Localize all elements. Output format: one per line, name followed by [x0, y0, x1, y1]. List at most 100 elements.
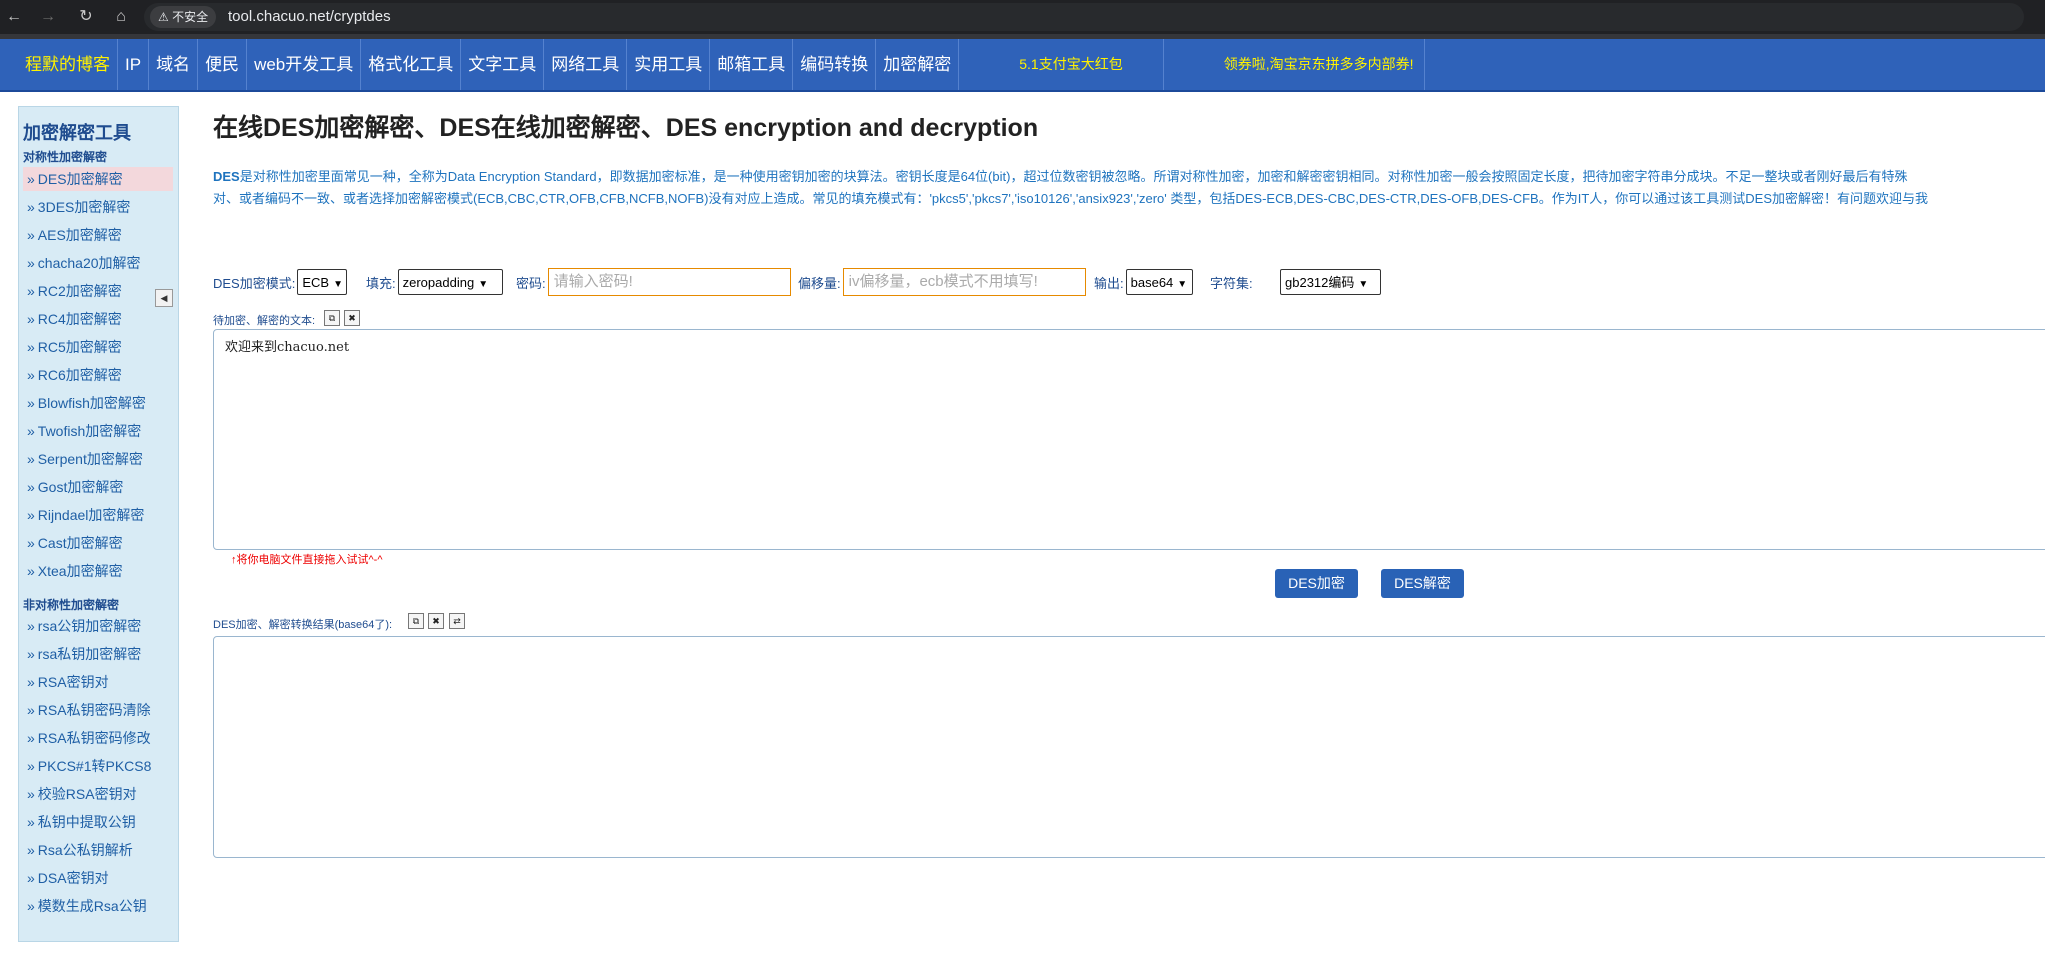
sidebar-item-label: DES加密解密 — [37, 171, 123, 187]
sidebar-item[interactable]: » Cast加密解密 — [23, 531, 173, 555]
description-keyword[interactable]: DES — [213, 169, 240, 184]
sidebar-item[interactable]: » Gost加密解密 — [23, 475, 173, 499]
security-badge[interactable]: ⚠ 不安全 — [150, 6, 217, 28]
nav-item-encoding[interactable]: 编码转换 — [793, 39, 877, 90]
result-textarea[interactable] — [213, 636, 2045, 858]
chevron-right-icon: » — [27, 479, 35, 495]
sidebar-item-label: RC5加密解密 — [37, 339, 122, 355]
promo-link-coupons[interactable]: 领券啦,淘宝京东拼多多内部券! — [1164, 39, 1425, 90]
sidebar-item-label: RC6加密解密 — [37, 367, 122, 383]
sidebar-item[interactable]: » chacha20加解密 — [23, 251, 173, 275]
sidebar-item[interactable]: » RSA密钥对 — [23, 670, 173, 694]
output-select[interactable]: base64 ▼ — [1125, 269, 1193, 295]
back-icon[interactable]: ← — [4, 7, 24, 27]
chevron-right-icon: » — [27, 507, 35, 523]
sidebar-item-label: 校验RSA密钥对 — [37, 786, 137, 802]
nav-item-mail-tools[interactable]: 邮箱工具 — [710, 39, 794, 90]
sidebar-item-label: rsa私钥加密解密 — [37, 646, 142, 662]
sidebar-item[interactable]: » Rijndael加密解密 — [23, 503, 173, 527]
nav-item-network-tools[interactable]: 网络工具 — [544, 39, 628, 90]
nav-item-web-dev[interactable]: web开发工具 — [247, 39, 362, 90]
sidebar-item[interactable]: » Rsa公私钥解析 — [23, 838, 173, 862]
chevron-right-icon: » — [27, 227, 35, 243]
mode-label: DES加密模式: — [213, 275, 296, 291]
chevron-right-icon: » — [27, 814, 35, 830]
nav-item-crypto[interactable]: 加密解密 — [876, 39, 960, 90]
sidebar-collapse-button[interactable]: ◀ — [155, 289, 173, 307]
mode-select[interactable]: ECB ▼ — [297, 269, 348, 295]
nav-item-formatter[interactable]: 格式化工具 — [361, 39, 462, 90]
output-label: 输出: — [1094, 275, 1124, 291]
sidebar-item[interactable]: » Xtea加密解密 — [23, 559, 173, 583]
clear-icon[interactable]: ✖ — [428, 613, 444, 629]
sidebar-item[interactable]: » RSA私钥密码修改 — [23, 726, 173, 750]
top-navigation: 程默的博客 IP 域名 便民 web开发工具 格式化工具 文字工具 网络工具 实… — [0, 39, 2045, 92]
sidebar: 加密解密工具 对称性加密解密 » DES加密解密» 3DES加密解密» AES加密解密… — [18, 106, 179, 942]
chevron-right-icon: » — [27, 674, 35, 690]
sidebar-item[interactable]: » RC6加密解密 — [23, 363, 173, 387]
clear-icon[interactable]: ✖ — [344, 310, 360, 326]
sidebar-item[interactable]: » 私钥中提取公钥 — [23, 810, 173, 834]
sidebar-title: 加密解密工具 — [23, 123, 131, 143]
nav-item-ip[interactable]: IP — [118, 39, 150, 90]
sidebar-item[interactable]: » DSA密钥对 — [23, 866, 173, 890]
sidebar-item[interactable]: » DES加密解密 — [23, 167, 173, 191]
sidebar-item-label: Cast加密解密 — [37, 535, 123, 551]
chevron-right-icon: » — [27, 423, 35, 439]
forward-icon[interactable]: → — [38, 7, 58, 27]
input-textarea[interactable]: 欢迎来到chacuo.net — [213, 329, 2045, 550]
key-input[interactable]: 请输入密码! — [547, 268, 791, 296]
chevron-right-icon: » — [27, 758, 35, 774]
encrypt-button[interactable]: DES加密 — [1275, 569, 1358, 598]
charset-select[interactable]: gb2312编码 ▼ — [1280, 269, 1381, 295]
sidebar-item[interactable]: » AES加密解密 — [23, 223, 173, 247]
sidebar-item-label: Gost加密解密 — [37, 479, 124, 495]
copy-icon[interactable]: ⧉ — [324, 310, 340, 326]
padding-label: 填充: — [366, 275, 396, 291]
sidebar-item[interactable]: » RSA私钥密码清除 — [23, 698, 173, 722]
sidebar-item-label: chacha20加解密 — [37, 255, 141, 271]
page-title: 在线DES加密解密、DES在线加密解密、DES encryption and d… — [213, 114, 1039, 142]
sidebar-item[interactable]: » RC4加密解密 — [23, 307, 173, 331]
chevron-right-icon: » — [27, 339, 35, 355]
chevron-right-icon: » — [27, 367, 35, 383]
input-text: 欢迎来到chacuo.net — [225, 340, 350, 355]
copy-icon[interactable]: ⧉ — [408, 613, 424, 629]
iv-input[interactable]: iv偏移量，ecb模式不用填写! — [842, 268, 1086, 296]
sidebar-section-symmetric: 对称性加密解密 — [23, 150, 108, 164]
sidebar-item[interactable]: » RC5加密解密 — [23, 335, 173, 359]
chevron-right-icon: » — [27, 395, 35, 411]
nav-item-blog[interactable]: 程默的博客 — [18, 39, 118, 90]
nav-item-domain[interactable]: 域名 — [149, 39, 199, 90]
sidebar-item[interactable]: » Twofish加密解密 — [23, 419, 173, 443]
description: DES是对称性加密里面常见一种，全称为Data Encryption Stand… — [213, 166, 2045, 210]
sidebar-item[interactable]: » PKCS#1转PKCS8 — [23, 754, 173, 778]
chevron-right-icon: » — [27, 283, 35, 299]
reload-icon[interactable]: ↻ — [76, 7, 96, 27]
chevron-right-icon: » — [27, 730, 35, 746]
promo-link-alipay[interactable]: 5.1支付宝大红包 — [959, 39, 1164, 90]
sidebar-item[interactable]: » 模数生成Rsa公钥 — [23, 894, 173, 918]
nav-item-utility-tools[interactable]: 实用工具 — [627, 39, 711, 90]
sidebar-item-label: Blowfish加密解密 — [37, 395, 146, 411]
iv-label: 偏移量: — [798, 275, 841, 291]
home-icon[interactable]: ⌂ — [111, 7, 131, 27]
address-bar[interactable] — [144, 3, 2024, 31]
sidebar-item[interactable]: » Blowfish加密解密 — [23, 391, 173, 415]
sidebar-item[interactable]: » rsa私钥加密解密 — [23, 642, 173, 666]
sidebar-item[interactable]: » 校验RSA密钥对 — [23, 782, 173, 806]
swap-icon[interactable]: ⇄ — [449, 613, 465, 629]
sidebar-item[interactable]: » 3DES加密解密 — [23, 195, 173, 219]
description-line-2: 对、或者编码不一致、或者选择加密解密模式(ECB,CBC,CTR,OFB,CFB… — [213, 191, 1928, 206]
sidebar-item[interactable]: » RC2加密解密 — [23, 279, 173, 303]
chevron-right-icon: » — [27, 646, 35, 662]
sidebar-item-label: Rijndael加密解密 — [37, 507, 145, 523]
nav-item-convenience[interactable]: 便民 — [198, 39, 248, 90]
decrypt-button[interactable]: DES解密 — [1381, 569, 1464, 598]
sidebar-item[interactable]: » rsa公钥加密解密 — [23, 614, 173, 638]
charset-label: 字符集: — [1210, 275, 1253, 291]
nav-item-text-tools[interactable]: 文字工具 — [461, 39, 545, 90]
sidebar-item[interactable]: » Serpent加密解密 — [23, 447, 173, 471]
url-text[interactable]: tool.chacuo.net/cryptdes — [228, 6, 391, 28]
padding-select[interactable]: zeropadding ▼ — [397, 269, 503, 295]
